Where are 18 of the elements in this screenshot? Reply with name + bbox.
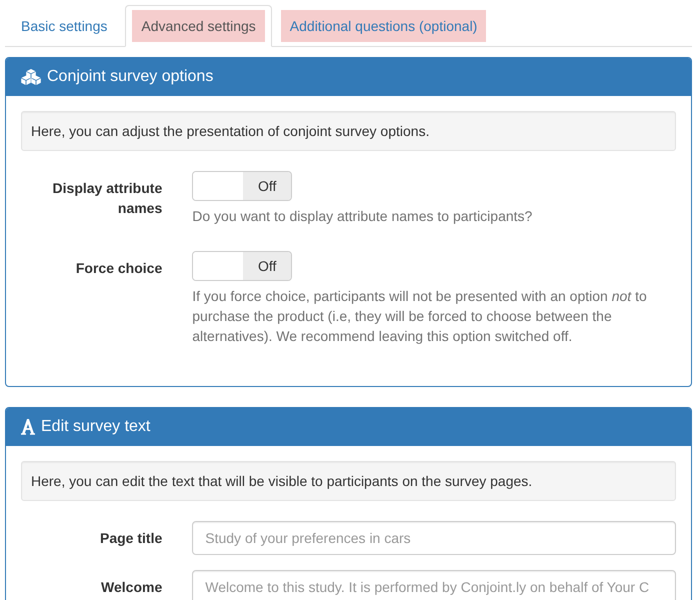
text-input[interactable]: Study of your preferences in cars — [192, 521, 676, 555]
info-note: Here, you can edit the text that will be visible to participants on the survey pages. — [21, 461, 676, 501]
tab[interactable]: Basic settings — [5, 5, 124, 47]
help-text: Do you want to display attribute names to participants? — [192, 207, 534, 226]
toggle-switch[interactable]: Off — [192, 171, 292, 201]
text-input[interactable]: Welcome to this study. It is performed by Conjoint.ly on behalf of Your C — [192, 570, 676, 600]
field-label: Welcome — [101, 579, 162, 595]
field-label: Display attribute names — [52, 180, 162, 216]
field-label: Force choice — [76, 260, 162, 276]
field-label: Page title — [100, 530, 162, 546]
cubes-icon — [21, 69, 41, 85]
help-text: If you force choice, participants will not be presented with an option not to purchase the product (i.e, they will be forced to choose between the alternatives). We recommend leaving this option switched off. — [192, 287, 648, 346]
panel-title: Conjoint survey options — [47, 68, 214, 86]
tab[interactable]: Advanced settings — [125, 5, 272, 47]
font-icon — [21, 419, 35, 435]
toggle-switch[interactable]: Off — [192, 251, 292, 281]
info-note: Here, you can adjust the presentation of conjoint survey options. — [21, 111, 676, 151]
panel-title: Edit survey text — [41, 418, 150, 436]
